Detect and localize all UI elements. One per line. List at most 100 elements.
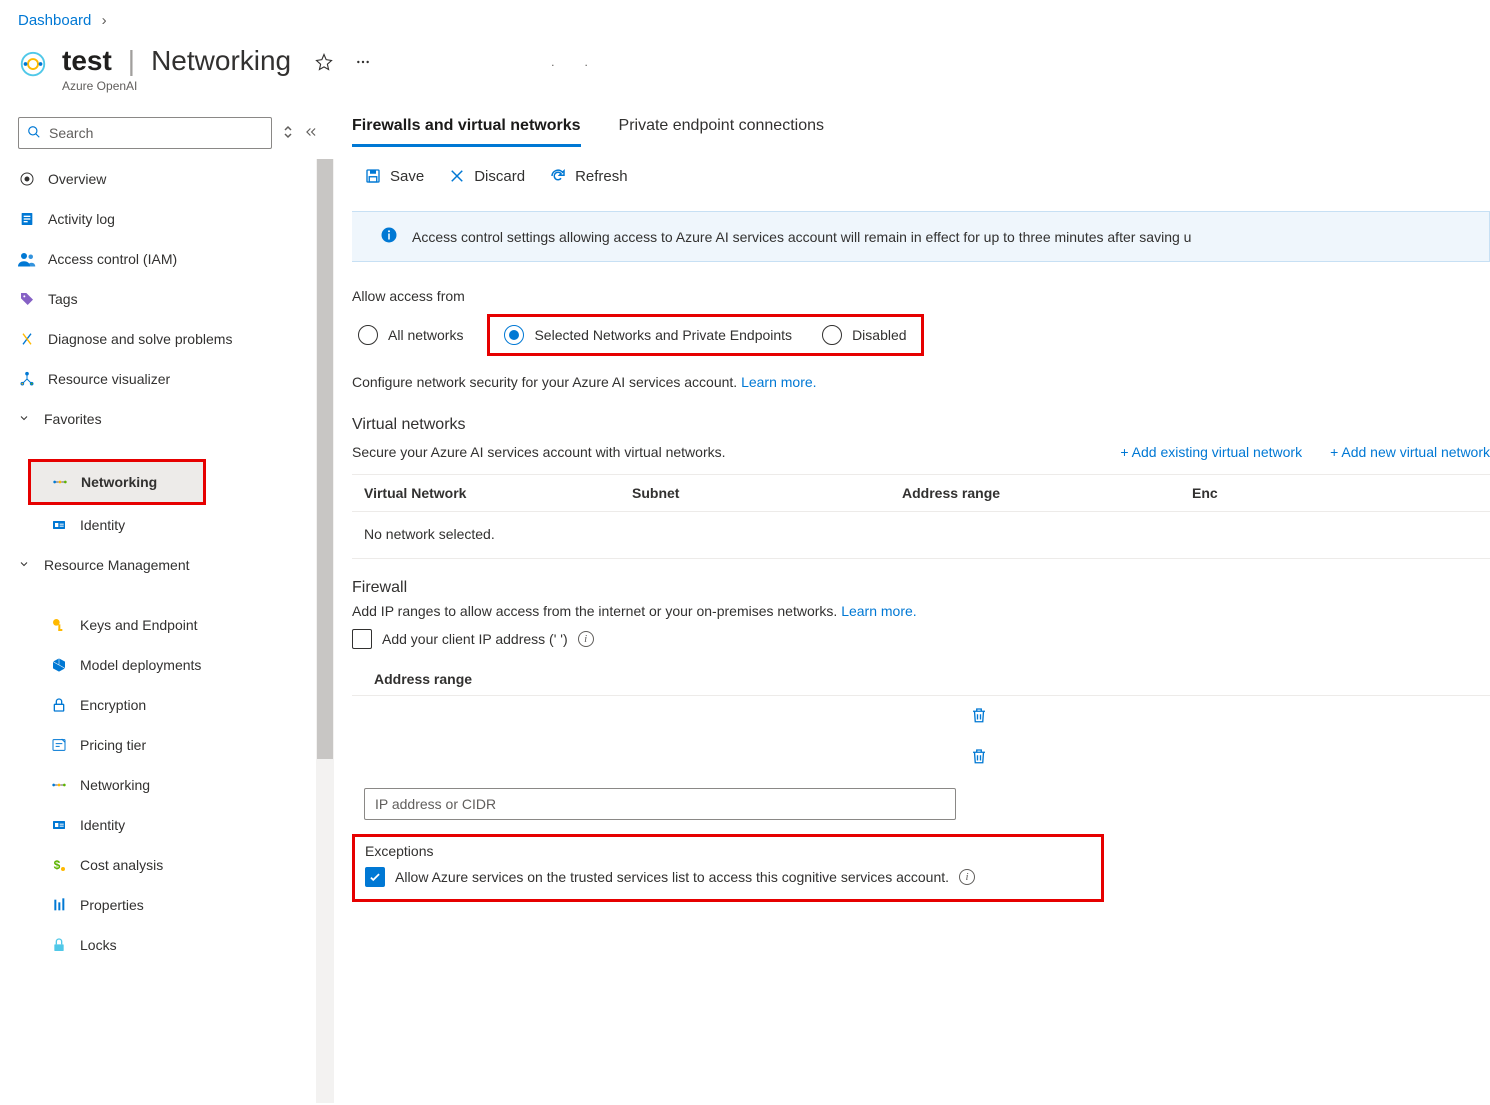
nav-label: Model deployments <box>80 657 201 673</box>
nav-label: Overview <box>48 171 106 187</box>
sidebar-item-networking[interactable]: Networking <box>0 765 316 805</box>
sidebar-item-encryption[interactable]: Encryption <box>0 685 316 725</box>
vnet-title: Virtual networks <box>352 416 466 434</box>
nav-label: Networking <box>80 777 150 793</box>
radio-selected-networks[interactable]: Selected Networks and Private Endpoints <box>498 321 798 349</box>
sidebar-section-resource-management[interactable]: Resource Management <box>0 545 316 585</box>
pricing-icon <box>50 736 68 754</box>
nav-label: Cost analysis <box>80 857 163 873</box>
sidebar-item-access-control[interactable]: Access control (IAM) <box>0 239 316 279</box>
breadcrumb-dashboard[interactable]: Dashboard <box>18 12 91 29</box>
info-icon[interactable]: i <box>959 869 975 885</box>
address-range-table: Address range <box>352 663 1490 830</box>
add-client-ip-label: Add your client IP address (' ') <box>382 631 568 647</box>
sidebar-item-cost-analysis[interactable]: $ Cost analysis <box>0 845 316 885</box>
radio-all-networks[interactable]: All networks <box>352 321 469 349</box>
svg-text:$: $ <box>54 858 61 872</box>
add-client-ip-checkbox[interactable] <box>352 629 372 649</box>
favorite-star-icon[interactable] <box>315 53 333 74</box>
info-banner: Access control settings allowing access … <box>352 211 1490 262</box>
access-control-icon <box>18 250 36 268</box>
save-button[interactable]: Save <box>364 167 424 185</box>
refresh-button[interactable]: Refresh <box>549 167 628 185</box>
nav-label: Locks <box>80 937 117 953</box>
sidebar-search-input[interactable] <box>49 125 263 141</box>
resource-visualizer-icon <box>18 370 36 388</box>
tab-private-endpoints[interactable]: Private endpoint connections <box>619 111 824 147</box>
sidebar-item-resource-visualizer[interactable]: Resource visualizer <box>0 359 316 399</box>
sidebar-item-identity[interactable]: Identity <box>0 805 316 845</box>
delete-row-button[interactable] <box>970 706 988 727</box>
content-pane: Firewalls and virtual networks Private e… <box>334 111 1490 1105</box>
sidebar-search-box[interactable] <box>18 117 272 149</box>
diagnose-icon <box>18 330 36 348</box>
cost-icon: $ <box>50 856 68 874</box>
nav-label: Tags <box>48 291 78 307</box>
sidebar-item-properties[interactable]: Properties <box>0 885 316 925</box>
ip-address-input[interactable] <box>364 788 956 820</box>
allow-access-desc: Configure network security for your Azur… <box>352 374 1490 390</box>
nav-label: Identity <box>80 817 125 833</box>
nav-label: Properties <box>80 897 144 913</box>
identity-icon <box>50 816 68 834</box>
nav-label: Keys and Endpoint <box>80 617 198 633</box>
sidebar-item-pricing-tier[interactable]: Pricing tier <box>0 725 316 765</box>
firewall-section: Firewall Add IP ranges to allow access f… <box>334 579 1490 902</box>
delete-row-button[interactable] <box>970 747 988 768</box>
sidebar-item-identity-fav[interactable]: Identity <box>0 505 316 545</box>
sidebar-item-overview[interactable]: Overview <box>0 159 316 199</box>
nav-label: Identity <box>80 517 125 533</box>
discard-button[interactable]: Discard <box>448 167 525 185</box>
key-icon <box>50 616 68 634</box>
networking-icon <box>50 776 68 794</box>
collapse-sidebar-icon[interactable] <box>304 125 318 142</box>
nav-label: Resource Management <box>44 557 190 573</box>
add-client-ip-row: Add your client IP address (' ') i <box>352 629 1490 649</box>
toolbar: Save Discard Refresh <box>334 147 1490 203</box>
firewall-desc: Add IP ranges to allow access from the i… <box>352 603 1490 619</box>
sidebar-item-locks[interactable]: Locks <box>0 925 316 965</box>
radio-disabled[interactable]: Disabled <box>816 321 912 349</box>
overview-icon <box>18 170 36 188</box>
sidebar-item-keys-endpoint[interactable]: Keys and Endpoint <box>0 605 316 645</box>
nav-label: Activity log <box>48 211 115 227</box>
properties-icon <box>50 896 68 914</box>
page-title: Networking <box>151 45 291 77</box>
sidebar-item-tags[interactable]: Tags <box>0 279 316 319</box>
nav-label: Diagnose and solve problems <box>48 331 232 347</box>
nav-label: Access control (IAM) <box>48 251 177 267</box>
sidebar-item-diagnose[interactable]: Diagnose and solve problems <box>0 319 316 359</box>
chevron-down-icon <box>18 557 32 573</box>
nav-label: Resource visualizer <box>48 371 170 387</box>
exceptions-title: Exceptions <box>365 843 1087 859</box>
allow-trusted-checkbox[interactable] <box>365 867 385 887</box>
openai-resource-icon <box>18 49 48 79</box>
vnet-empty-row: No network selected. <box>352 512 1490 559</box>
expand-toggle-icon[interactable] <box>282 124 294 143</box>
virtual-networks-section: Virtual networks Secure your Azure AI se… <box>334 416 1490 559</box>
cube-icon <box>50 656 68 674</box>
col-virtual-network: Virtual Network <box>352 485 632 501</box>
search-icon <box>27 125 41 142</box>
tags-icon <box>18 290 36 308</box>
learn-more-link[interactable]: Learn more. <box>841 603 916 619</box>
learn-more-link[interactable]: Learn more. <box>741 374 816 390</box>
nav-label: Pricing tier <box>80 737 146 753</box>
vnet-table: Virtual Network Subnet Address range Enc… <box>352 474 1490 559</box>
decorative-dots: .. <box>551 55 618 69</box>
allow-access-label: Allow access from <box>352 288 1490 304</box>
more-menu-icon[interactable] <box>355 54 371 73</box>
breadcrumb: Dashboard › <box>0 0 1490 37</box>
sidebar-item-activity-log[interactable]: Activity log <box>0 199 316 239</box>
add-existing-vnet-link[interactable]: + Add existing virtual network <box>1120 444 1302 460</box>
add-new-vnet-link[interactable]: + Add new virtual network <box>1330 444 1490 460</box>
tab-firewalls[interactable]: Firewalls and virtual networks <box>352 111 581 147</box>
sidebar-section-favorites[interactable]: Favorites <box>0 399 316 439</box>
sidebar-item-networking-fav[interactable]: Networking <box>31 462 203 502</box>
col-subnet: Subnet <box>632 485 902 501</box>
resource-type-label: Azure OpenAI <box>62 79 618 93</box>
sidebar-scrollbar[interactable] <box>316 159 334 1103</box>
info-icon[interactable]: i <box>578 631 594 647</box>
sidebar-item-model-deployments[interactable]: Model deployments <box>0 645 316 685</box>
networking-icon <box>51 473 69 491</box>
